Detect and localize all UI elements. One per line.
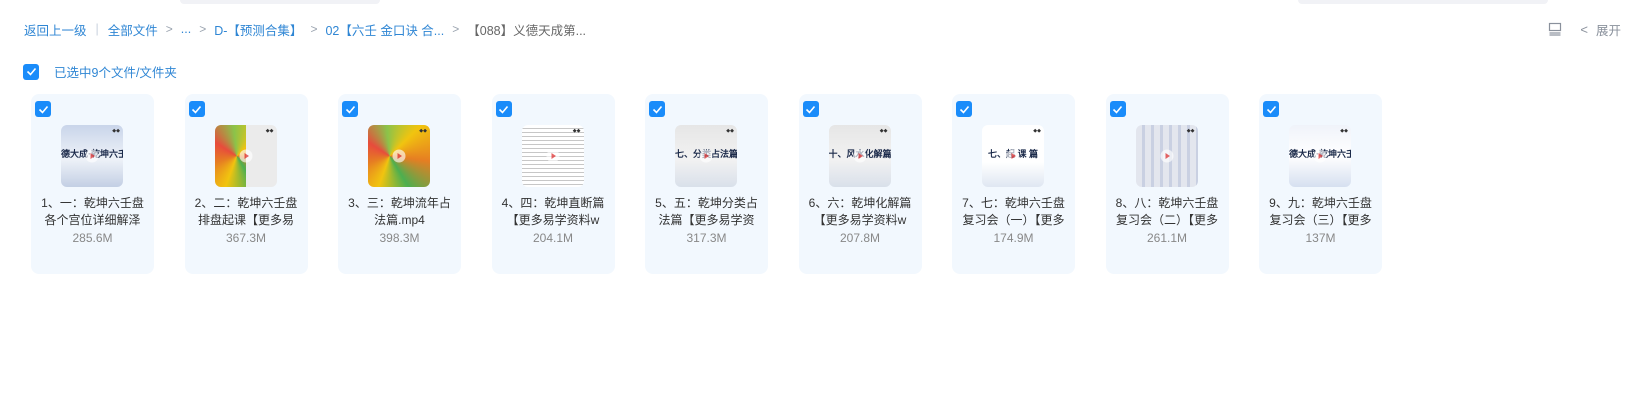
file-card[interactable]: ◆◆德大成·乾坤六壬 1、一：乾坤六壬盘各个宫位详细解泽 285.6M bbox=[31, 94, 154, 274]
select-all-row: 已选中9个文件/文件夹 bbox=[23, 62, 177, 81]
expand-label: 展开 bbox=[1595, 23, 1621, 38]
file-card[interactable]: ◆◆ 3、三：乾坤流年占法篇.mp4 398.3M bbox=[338, 94, 461, 274]
file-checkbox[interactable] bbox=[35, 101, 51, 117]
watermark-icon: ◆◆ bbox=[112, 128, 120, 134]
file-name: 1、一：乾坤六壬盘各个宫位详细解泽 bbox=[41, 196, 144, 227]
play-icon bbox=[853, 149, 867, 163]
select-all-checkbox[interactable] bbox=[23, 63, 39, 80]
file-size: 174.9M bbox=[993, 231, 1034, 245]
file-size: 285.6M bbox=[72, 231, 113, 245]
layout-toggle-icon[interactable] bbox=[1548, 22, 1562, 36]
file-checkbox[interactable] bbox=[1109, 101, 1126, 117]
file-checkbox[interactable] bbox=[495, 101, 512, 117]
selection-count: 已选中9个文件/文件夹 bbox=[54, 66, 177, 80]
video-thumbnail: ◆◆ bbox=[368, 125, 430, 187]
file-name: 7、七：乾坤六壬盘复习会（一）【更多易 bbox=[962, 196, 1065, 227]
expand-button[interactable]: < 展开 bbox=[1580, 20, 1621, 39]
file-size: 207.8M bbox=[839, 231, 881, 245]
checkmark-icon bbox=[1112, 105, 1123, 114]
play-icon bbox=[699, 149, 713, 163]
file-name: 6、六：乾坤化解篇【更多易学资料w bbox=[808, 196, 912, 227]
file-size: 261.1M bbox=[1146, 231, 1188, 245]
file-checkbox[interactable] bbox=[802, 101, 819, 117]
file-size: 137M bbox=[1305, 231, 1336, 245]
file-size: 204.1M bbox=[532, 231, 574, 245]
breadcrumb-current: 【088】义德天成第... bbox=[467, 23, 587, 38]
watermark-icon: ◆◆ bbox=[265, 128, 274, 134]
play-icon bbox=[392, 149, 406, 163]
file-name: 2、二：乾坤六壬盘排盘起课【更多易 bbox=[194, 196, 298, 227]
video-thumbnail: ◆◆ bbox=[1135, 125, 1198, 187]
file-card[interactable]: ◆◆ 8、八：乾坤六壬盘复习会（二）【更多易 261.1M bbox=[1105, 94, 1229, 274]
file-card[interactable]: ◆◆ 2、二：乾坤六壬盘排盘起课【更多易 367.3M bbox=[184, 94, 308, 274]
checkmark-icon bbox=[498, 105, 509, 114]
checkmark-icon bbox=[652, 105, 662, 114]
play-icon bbox=[546, 149, 560, 163]
file-checkbox[interactable] bbox=[188, 101, 205, 117]
top-bar-remnant-left bbox=[180, 0, 380, 4]
video-thumbnail: ◆◆七、分类占法篇 bbox=[675, 125, 737, 187]
play-icon bbox=[239, 149, 253, 163]
video-thumbnail: ◆◆德大成·乾坤六壬 bbox=[61, 125, 123, 187]
file-size: 317.3M bbox=[686, 231, 727, 245]
file-name: 3、三：乾坤流年占法篇.mp4 bbox=[348, 196, 451, 227]
file-size: 367.3M bbox=[225, 231, 267, 245]
play-icon bbox=[1006, 149, 1020, 163]
watermark-icon: ◆◆ bbox=[419, 128, 427, 134]
checkmark-icon bbox=[805, 105, 816, 114]
breadcrumb: 返回上一级 | 全部文件 > ... > D-【预测合集】 > 02【六壬 金口… bbox=[24, 19, 586, 39]
checkmark-icon bbox=[191, 105, 202, 114]
file-card[interactable]: ◆◆七、分类占法篇 5、五：乾坤分类占法篇【更多易学资 317.3M bbox=[645, 94, 768, 274]
play-icon bbox=[1160, 149, 1174, 163]
view-tools: < 展开 bbox=[1548, 19, 1621, 39]
checkmark-icon bbox=[1266, 105, 1276, 114]
file-grid: ◆◆德大成·乾坤六壬 1、一：乾坤六壬盘各个宫位详细解泽 285.6M ◆◆ 2、二：乾… bbox=[31, 94, 1413, 274]
file-checkbox[interactable] bbox=[956, 101, 972, 117]
checkmark-icon bbox=[345, 105, 355, 114]
chevron-right-icon: > bbox=[452, 22, 460, 36]
breadcrumb-all-files[interactable]: 全部文件 bbox=[108, 20, 158, 39]
chevron-left-icon: < bbox=[1580, 21, 1588, 37]
file-checkbox[interactable] bbox=[1263, 101, 1279, 117]
file-card[interactable]: ◆◆德大成·乾坤六壬 9、九：乾坤六壬盘复习会（三）【更多易 137M bbox=[1259, 94, 1382, 274]
file-name: 9、九：乾坤六壬盘复习会（三）【更多易 bbox=[1269, 196, 1372, 227]
chevron-right-icon: > bbox=[165, 22, 173, 36]
breadcrumb-item-prediction-collection[interactable]: D-【预测合集】 bbox=[214, 20, 302, 39]
chevron-right-icon: > bbox=[310, 22, 318, 36]
file-size: 398.3M bbox=[379, 231, 420, 245]
back-link[interactable]: 返回上一级 bbox=[24, 20, 87, 39]
watermark-icon: ◆◆ bbox=[1186, 128, 1195, 134]
watermark-icon: ◆◆ bbox=[1033, 128, 1041, 134]
file-card[interactable]: ◆◆十、风水化解篇 6、六：乾坤化解篇【更多易学资料w 207.8M bbox=[798, 94, 922, 274]
watermark-icon: ◆◆ bbox=[879, 128, 888, 134]
chevron-right-icon: > bbox=[199, 22, 207, 36]
video-thumbnail: ◆◆ bbox=[521, 125, 584, 187]
file-checkbox[interactable] bbox=[342, 101, 358, 117]
breadcrumb-item-liuren[interactable]: 02【六壬 金口诀 合... bbox=[325, 20, 444, 39]
video-thumbnail: ◆◆德大成·乾坤六壬 bbox=[1289, 125, 1351, 187]
file-name: 4、四：乾坤直断篇【更多易学资料w bbox=[501, 196, 605, 227]
breadcrumb-ellipsis[interactable]: ... bbox=[181, 22, 191, 36]
watermark-icon: ◆◆ bbox=[1340, 128, 1348, 134]
checkmark-icon bbox=[38, 105, 48, 114]
file-checkbox[interactable] bbox=[649, 101, 665, 117]
checkmark-icon bbox=[959, 105, 969, 114]
file-name: 8、八：乾坤六壬盘复习会（二）【更多易 bbox=[1115, 196, 1219, 227]
video-thumbnail: ◆◆十、风水化解篇 bbox=[828, 125, 891, 187]
checkmark-icon bbox=[26, 67, 36, 76]
watermark-icon: ◆◆ bbox=[572, 128, 581, 134]
file-card[interactable]: ◆◆ 4、四：乾坤直断篇【更多易学资料w 204.1M bbox=[491, 94, 615, 274]
search-bar-remnant[interactable] bbox=[1298, 0, 1548, 4]
breadcrumb-divider: | bbox=[95, 22, 99, 36]
watermark-icon: ◆◆ bbox=[726, 128, 734, 134]
video-thumbnail: ◆◆ bbox=[214, 125, 277, 187]
play-icon bbox=[1313, 149, 1327, 163]
play-icon bbox=[85, 149, 99, 163]
file-card[interactable]: ◆◆七、起 课 篇 7、七：乾坤六壬盘复习会（一）【更多易 174.9M bbox=[952, 94, 1075, 274]
file-name: 5、五：乾坤分类占法篇【更多易学资 bbox=[655, 196, 758, 227]
video-thumbnail: ◆◆ 七、起 课 篇 bbox=[982, 125, 1044, 187]
